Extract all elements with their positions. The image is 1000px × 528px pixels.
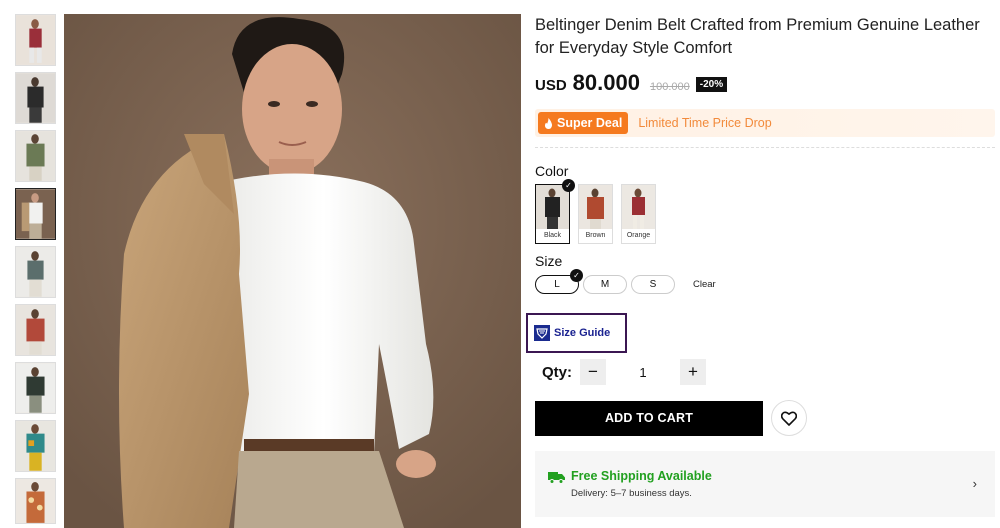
thumbnail-9[interactable] — [15, 478, 56, 524]
color-label: Color — [535, 163, 569, 179]
swatch-label-black: Black — [543, 232, 562, 239]
discount-badge: -20% — [695, 77, 728, 92]
thumbnail-gallery — [15, 14, 58, 528]
size-option-s[interactable]: S — [631, 275, 675, 294]
current-price: 80.000 — [572, 70, 640, 95]
wishlist-button[interactable] — [771, 400, 807, 436]
deal-banner: Super Deal Limited Time Price Drop — [535, 109, 995, 137]
heart-icon — [781, 411, 797, 426]
size-option-label: L — [554, 279, 560, 290]
size-option-label: S — [649, 279, 657, 290]
selected-check-icon: ✓ — [562, 179, 575, 192]
deal-text: Limited Time Price Drop — [638, 116, 772, 130]
super-deal-badge: Super Deal — [538, 112, 629, 134]
thumbnail-3[interactable] — [15, 130, 56, 182]
size-label: Size — [535, 253, 563, 269]
main-product-image[interactable] — [64, 14, 521, 528]
quantity-label: Qty: — [542, 363, 572, 381]
swatch-image-orange — [622, 185, 655, 229]
size-option-label: M — [600, 279, 610, 290]
product-page: Beltinger Denim Belt Crafted from Premiu… — [0, 0, 1000, 528]
cart-actions: ADD TO CART — [535, 400, 995, 436]
swatch-image-black — [536, 185, 569, 229]
thumbnail-2[interactable] — [15, 72, 56, 124]
swatch-label-brown: Brown — [585, 232, 606, 239]
quantity-input[interactable] — [606, 359, 680, 385]
size-guide-label: Size Guide — [554, 327, 611, 339]
size-guide-button[interactable]: Size Guide — [526, 313, 627, 353]
original-price: 100.000 — [649, 81, 690, 93]
thumbnail-1[interactable] — [15, 14, 56, 66]
clear-selection-link[interactable]: Clear — [693, 279, 716, 290]
shipping-text: Free Shipping Available Delivery: 5–7 bu… — [571, 469, 712, 499]
size-options: L ✓ M S Clear — [535, 269, 995, 294]
size-option-l[interactable]: L ✓ — [535, 269, 583, 294]
shipping-subtitle: Delivery: 5–7 business days. — [571, 488, 692, 499]
thumbnail-5[interactable] — [15, 246, 56, 298]
divider — [535, 147, 995, 148]
quantity-stepper: Qty: − + — [542, 359, 995, 385]
chevron-right-icon: › — [972, 476, 977, 491]
super-deal-label: Super Deal — [557, 116, 623, 130]
thumbnail-4[interactable] — [15, 188, 56, 240]
thumbnail-6[interactable] — [15, 304, 56, 356]
shipping-title: Free Shipping Available — [571, 469, 712, 483]
color-swatches: Black ✓ Brown Orange — [535, 179, 995, 244]
quantity-increase-button[interactable]: + — [680, 359, 706, 385]
quantity-decrease-button[interactable]: − — [580, 359, 606, 385]
price-row: USD 80.000 100.000 -20% — [535, 70, 995, 96]
swatch-label-orange: Orange — [626, 232, 651, 239]
truck-icon — [548, 472, 565, 484]
thumbnail-8[interactable] — [15, 420, 56, 472]
thumbnail-7[interactable] — [15, 362, 56, 414]
color-swatch-brown[interactable]: Brown — [578, 184, 613, 244]
shipping-info-box[interactable]: Free Shipping Available Delivery: 5–7 bu… — [535, 451, 995, 517]
color-swatch-orange[interactable]: Orange — [621, 184, 656, 244]
color-swatch-black[interactable]: Black ✓ — [535, 179, 575, 244]
product-title: Beltinger Denim Belt Crafted from Premiu… — [535, 16, 980, 57]
selected-check-icon: ✓ — [570, 269, 583, 282]
flame-icon — [544, 117, 553, 129]
add-to-cart-button[interactable]: ADD TO CART — [535, 400, 763, 436]
ruler-shield-icon — [534, 325, 550, 341]
swatch-image-brown — [579, 185, 612, 229]
price-currency: USD — [535, 77, 567, 94]
product-info-panel: Beltinger Denim Belt Crafted from Premiu… — [526, 14, 995, 517]
size-option-m[interactable]: M — [583, 275, 627, 294]
